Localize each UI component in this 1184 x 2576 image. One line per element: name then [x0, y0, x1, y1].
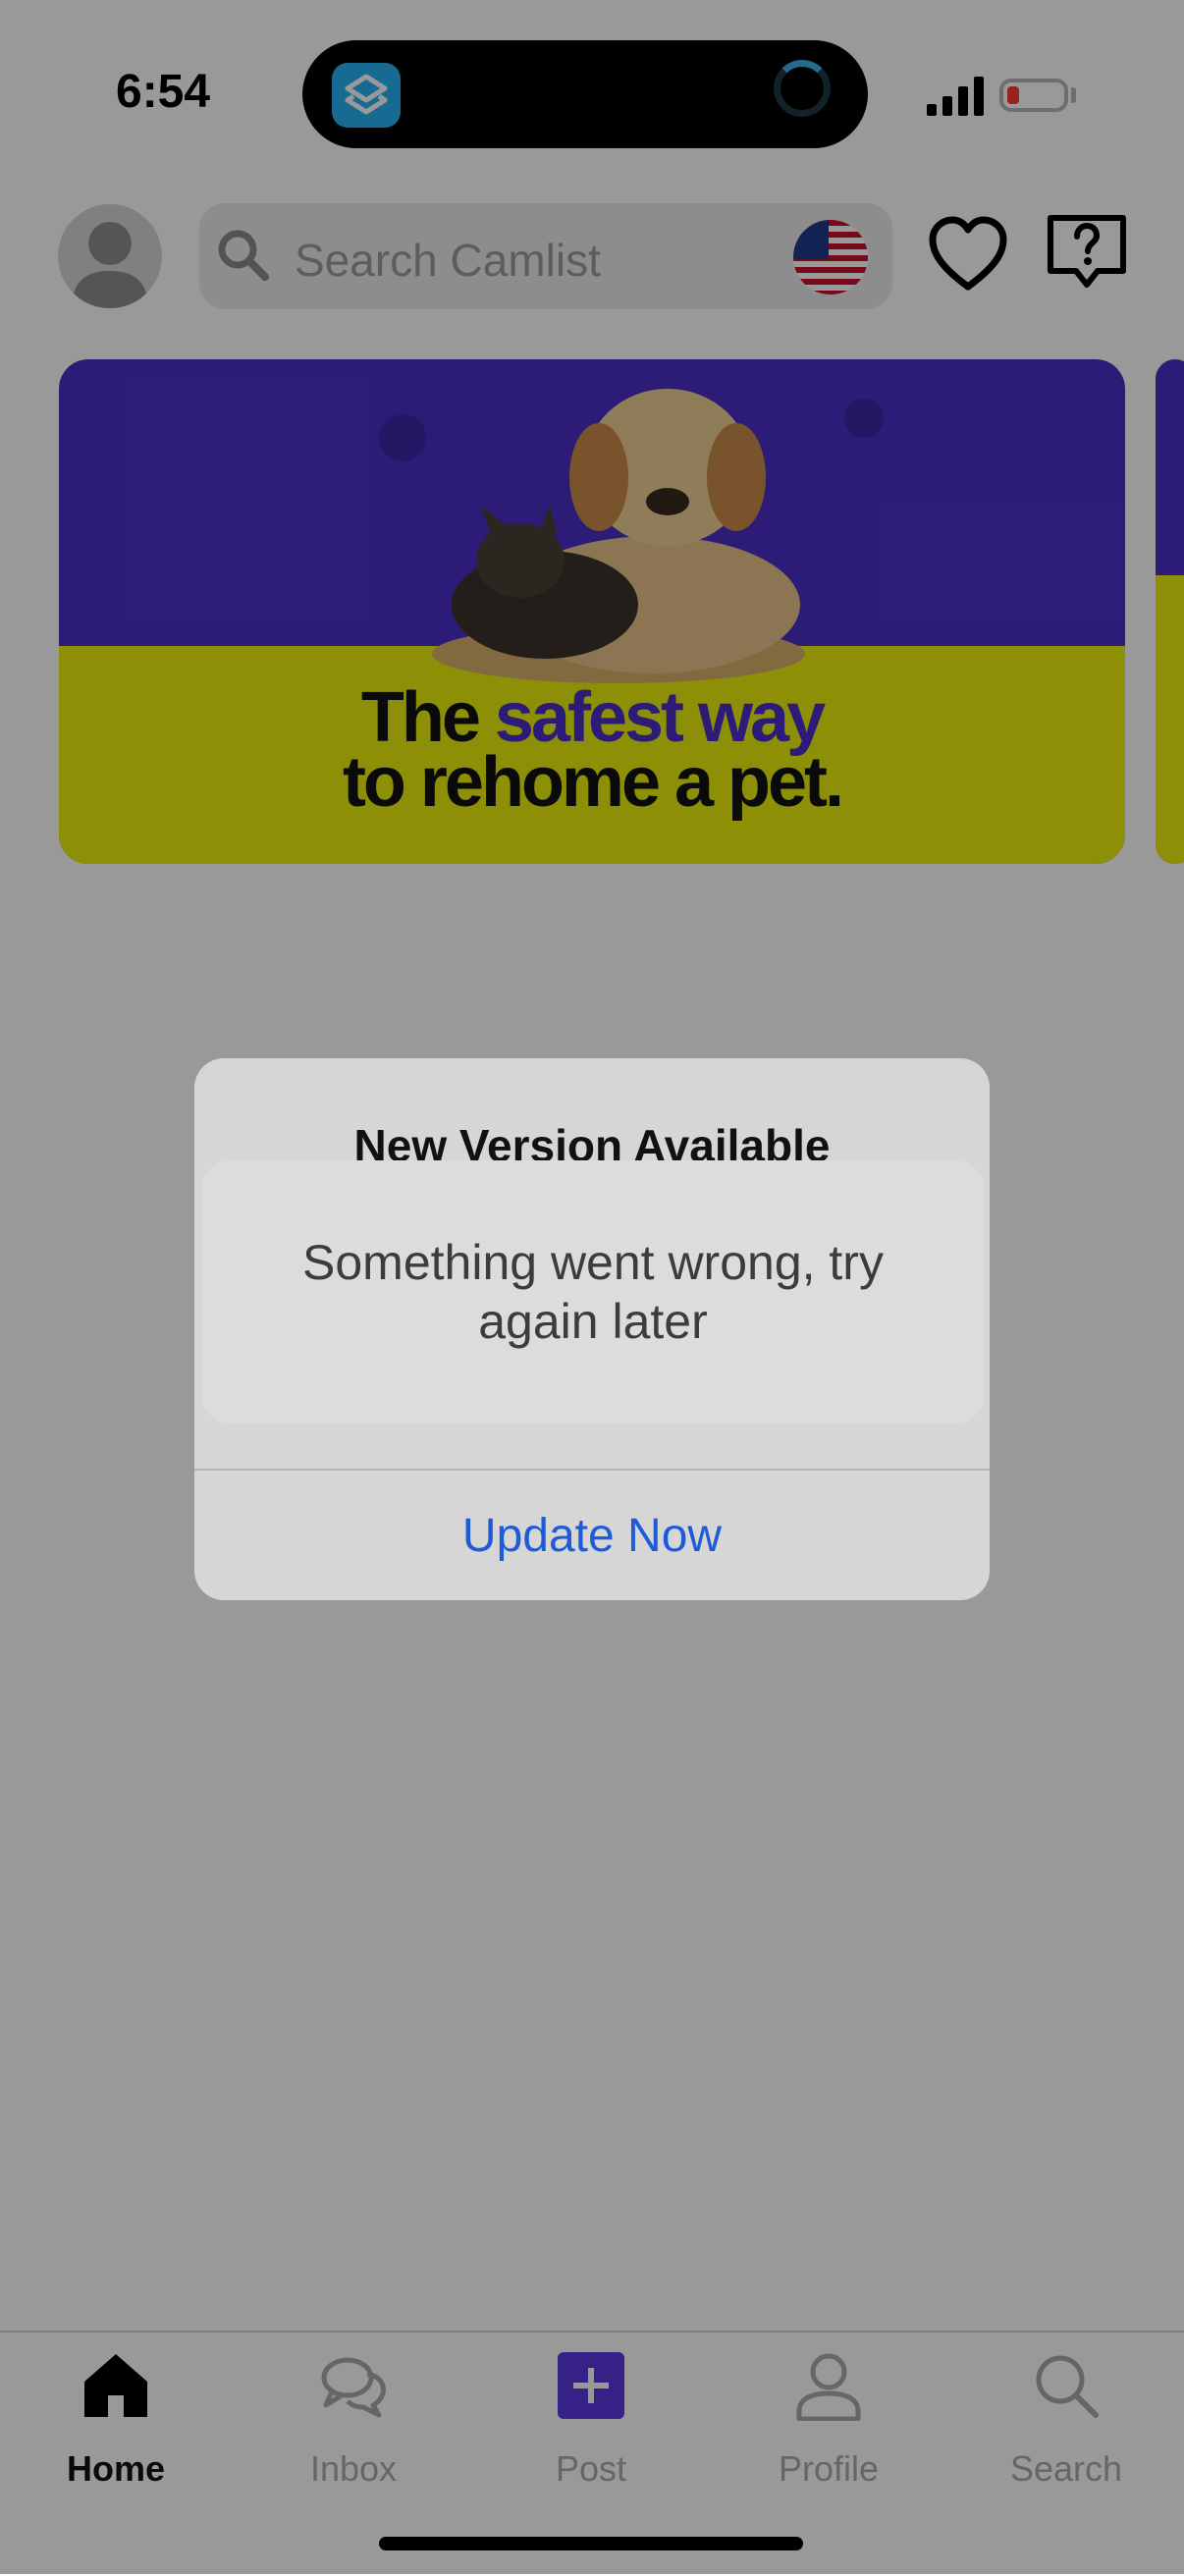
error-toast: Something went wrong, try again later: [202, 1160, 984, 1423]
update-now-button[interactable]: Update Now: [194, 1471, 990, 1600]
error-toast-message: Something went wrong, try again later: [302, 1235, 884, 1349]
